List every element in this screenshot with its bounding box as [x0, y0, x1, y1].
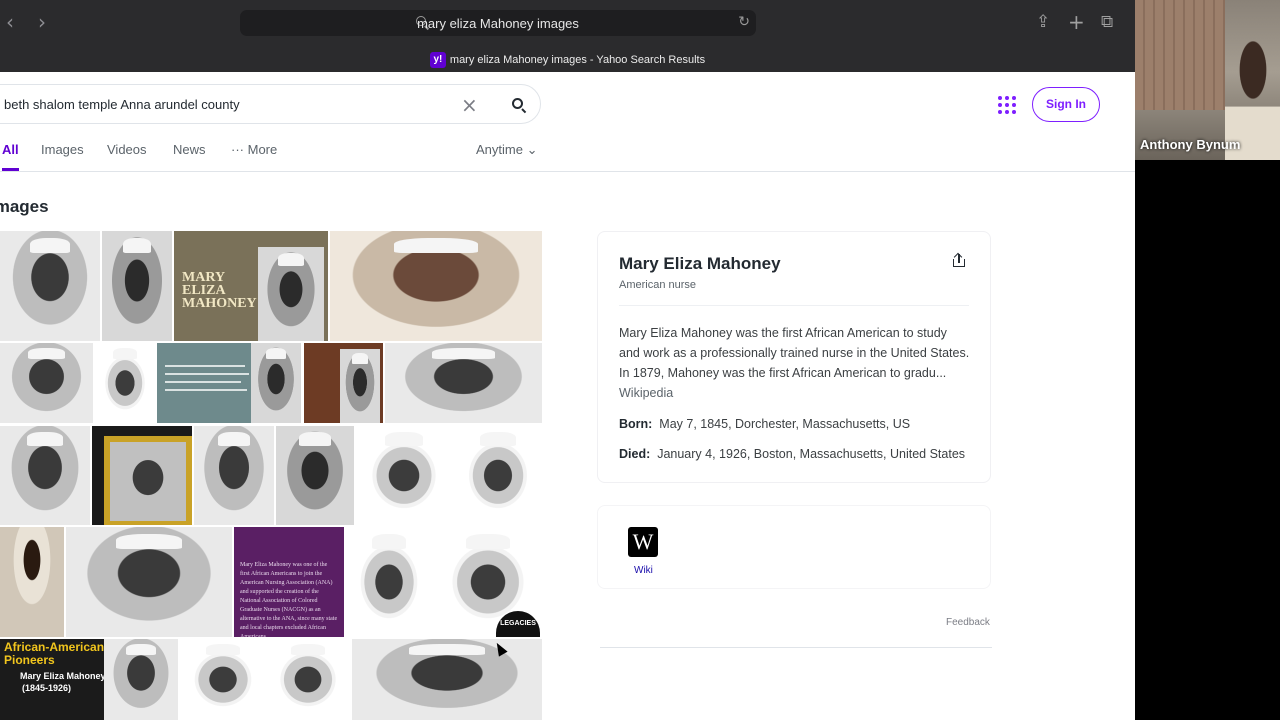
browser-toolbar: ‹ › mary eliza Mahoney images ↻ ⇪ + ⧉: [0, 0, 1135, 46]
clear-icon[interactable]: ×: [461, 93, 478, 117]
image-thumbnail[interactable]: [102, 231, 172, 341]
tab-overview-icon[interactable]: ⧉: [1101, 12, 1113, 32]
pioneers-name: Mary Eliza Mahoney: [20, 671, 106, 681]
tab-more[interactable]: ··· More: [231, 142, 277, 157]
search-input[interactable]: beth shalom temple Anna arundel county ×: [0, 84, 541, 124]
image-thumbnail[interactable]: [0, 426, 90, 525]
sign-in-button[interactable]: Sign In: [1032, 87, 1100, 122]
tab-more-label: More: [247, 142, 278, 157]
portrait: [104, 639, 178, 720]
kp-description-text: Mary Eliza Mahoney was the first African…: [619, 326, 970, 380]
image-thumbnail[interactable]: [276, 426, 354, 525]
tab-title: mary eliza Mahoney images - Yahoo Search…: [449, 53, 706, 66]
tab-news[interactable]: News: [173, 142, 206, 157]
portrait: [258, 247, 324, 341]
image-thumbnail[interactable]: [157, 343, 301, 423]
image-thumbnail[interactable]: [0, 527, 64, 637]
header-divider: [0, 171, 1135, 172]
born-value: May 7, 1845, Dorchester, Massachusetts, …: [659, 417, 911, 431]
chevron-down-icon: ⌄: [526, 142, 538, 157]
image-thumbnail[interactable]: [454, 426, 542, 525]
kp-divider: [619, 305, 969, 306]
died-label: Died:: [619, 447, 651, 461]
image-thumbnail[interactable]: [352, 639, 542, 720]
kp-subtitle: American nurse: [619, 279, 697, 291]
image-thumbnail[interactable]: [385, 343, 542, 423]
image-thumbnail[interactable]: [330, 231, 542, 341]
image-thumbnail[interactable]: [0, 231, 100, 341]
knowledge-panel: Mary Eliza Mahoney American nurse Mary E…: [597, 231, 991, 483]
image-thumbnail[interactable]: African-American Health Pioneers Mary El…: [0, 639, 178, 720]
image-thumbnail[interactable]: [0, 343, 93, 423]
participant-name: Anthony Bynum: [1140, 137, 1241, 152]
image-thumbnail[interactable]: [304, 343, 383, 423]
share-icon[interactable]: ⇪: [1036, 12, 1050, 32]
section-title: Images: [0, 197, 49, 216]
active-tab[interactable]: y! mary eliza Mahoney images - Yahoo Sear…: [0, 52, 1135, 68]
background-building: [1135, 0, 1225, 110]
wikipedia-link[interactable]: Wikipedia: [619, 386, 673, 400]
pioneers-years: (1845-1926): [22, 683, 72, 693]
tab-images[interactable]: Images: [41, 142, 84, 157]
image-thumbnail[interactable]: [92, 426, 192, 525]
search-query[interactable]: beth shalom temple Anna arundel county: [4, 97, 240, 112]
search-results-page: beth shalom temple Anna arundel county ×…: [0, 72, 1135, 720]
image-thumbnail[interactable]: [95, 343, 155, 423]
yahoo-favicon-icon: y!: [429, 52, 446, 68]
purple-card-text: Mary Eliza Mahoney was one of the first …: [240, 562, 338, 637]
apps-grid-icon[interactable]: [998, 96, 1016, 114]
time-filter-dropdown[interactable]: Anytime ⌄: [476, 142, 538, 158]
image-thumbnail[interactable]: [66, 527, 232, 637]
portrait: [251, 343, 301, 423]
image-thumbnail[interactable]: [180, 639, 266, 720]
wikipedia-icon[interactable]: W: [628, 527, 658, 557]
image-thumbnail[interactable]: MARY ELIZA MAHONEY: [174, 231, 328, 341]
share-icon[interactable]: [953, 254, 965, 268]
image-thumbnail[interactable]: LEGACIES: [434, 527, 542, 637]
wiki-link[interactable]: Wiki: [634, 565, 653, 576]
tab-videos[interactable]: Videos: [107, 142, 147, 157]
born-label: Born:: [619, 417, 653, 431]
image-thumbnail[interactable]: Mary Eliza Mahoney was one of the first …: [234, 527, 344, 637]
kp-title: Mary Eliza Mahoney: [619, 254, 781, 273]
more-dots-icon: ···: [231, 142, 244, 157]
video-call-overlay: Anthony Bynum: [1135, 0, 1280, 160]
tab-bar: y! mary eliza Mahoney images - Yahoo Sear…: [0, 46, 1135, 72]
kp-description: Mary Eliza Mahoney was the first African…: [619, 323, 971, 403]
new-tab-icon[interactable]: +: [1068, 12, 1085, 32]
image-thumbnail[interactable]: [356, 426, 452, 525]
kp-bottom-divider: [600, 647, 992, 648]
forward-button[interactable]: ›: [38, 12, 46, 32]
kp-links-card: W Wiki: [597, 505, 991, 589]
reload-icon[interactable]: ↻: [738, 14, 750, 30]
address-bar[interactable]: mary eliza Mahoney images ↻: [240, 10, 756, 36]
image-thumbnail[interactable]: [346, 527, 432, 637]
legacies-badge: LEGACIES: [496, 611, 540, 637]
died-value: January 4, 1926, Boston, Massachusetts, …: [657, 447, 966, 461]
portrait: [340, 349, 380, 423]
banner-text: MARY ELIZA MAHONEY: [182, 270, 257, 311]
browser-chrome: ‹ › mary eliza Mahoney images ↻ ⇪ + ⧉ y!…: [0, 0, 1135, 72]
time-filter-label: Anytime: [476, 142, 523, 157]
tab-all[interactable]: All: [2, 142, 19, 171]
search-submit-icon[interactable]: [512, 98, 523, 109]
address-text: mary eliza Mahoney images: [417, 16, 579, 31]
image-thumbnail[interactable]: [194, 426, 274, 525]
kp-died: Died: January 4, 1926, Boston, Massachus…: [619, 447, 965, 461]
kp-born: Born: May 7, 1845, Dorchester, Massachus…: [619, 417, 910, 431]
image-thumbnail[interactable]: [266, 639, 350, 720]
feedback-link[interactable]: Feedback: [946, 617, 990, 628]
back-button[interactable]: ‹: [6, 12, 14, 32]
